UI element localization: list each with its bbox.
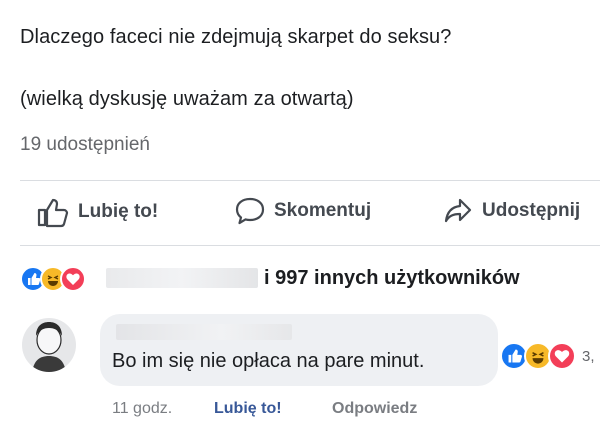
post-text-line-1: Dlaczego faceci nie zdejmują skarpet do … — [20, 26, 452, 48]
avatar[interactable] — [22, 318, 76, 372]
reactions-summary[interactable]: i 997 innych użytkowników — [20, 262, 600, 296]
reactions-summary-text: i 997 innych użytkowników — [264, 267, 520, 289]
redacted-names — [106, 268, 258, 288]
comment-reactions[interactable]: 3, — [500, 342, 600, 372]
divider — [20, 180, 600, 181]
comment-like-link[interactable]: Lubię to! — [214, 400, 282, 418]
comment-text: Bo im się nie opłaca na pare minut. — [112, 350, 425, 372]
post-text-line-2: (wielką dyskusję uważam za otwartą) — [20, 88, 354, 110]
comment: Bo im się nie opłaca na pare minut. 3, 1… — [0, 314, 600, 434]
comment-button-label: Skomentuj — [274, 200, 372, 221]
love-reaction-icon — [60, 266, 86, 292]
love-reaction-icon — [548, 342, 576, 370]
share-button-label: Udostępnij — [482, 200, 581, 221]
thumbs-up-icon — [36, 196, 70, 228]
comment-reply-link[interactable]: Odpowiedz — [332, 400, 417, 418]
speech-bubble-icon — [234, 196, 266, 226]
comment-reaction-count: 3, — [582, 348, 595, 365]
like-button[interactable]: Lubię to! — [36, 196, 158, 228]
comment-timestamp[interactable]: 11 godz. — [112, 400, 172, 418]
comment-button[interactable]: Skomentuj — [234, 196, 371, 226]
comment-author-redacted[interactable] — [116, 324, 292, 340]
comment-bubble: Bo im się nie opłaca na pare minut. — [100, 314, 498, 386]
like-button-label: Lubię to! — [78, 201, 159, 222]
share-arrow-icon — [442, 196, 474, 226]
shares-count[interactable]: 19 udostępnień — [20, 134, 150, 156]
facebook-post: Dlaczego faceci nie zdejmują skarpet do … — [0, 0, 600, 439]
user-silhouette-icon — [32, 322, 66, 372]
divider — [20, 245, 600, 246]
share-button[interactable]: Udostępnij — [442, 196, 580, 226]
post-actions: Lubię to! Skomentuj Udostępnij — [0, 196, 600, 232]
